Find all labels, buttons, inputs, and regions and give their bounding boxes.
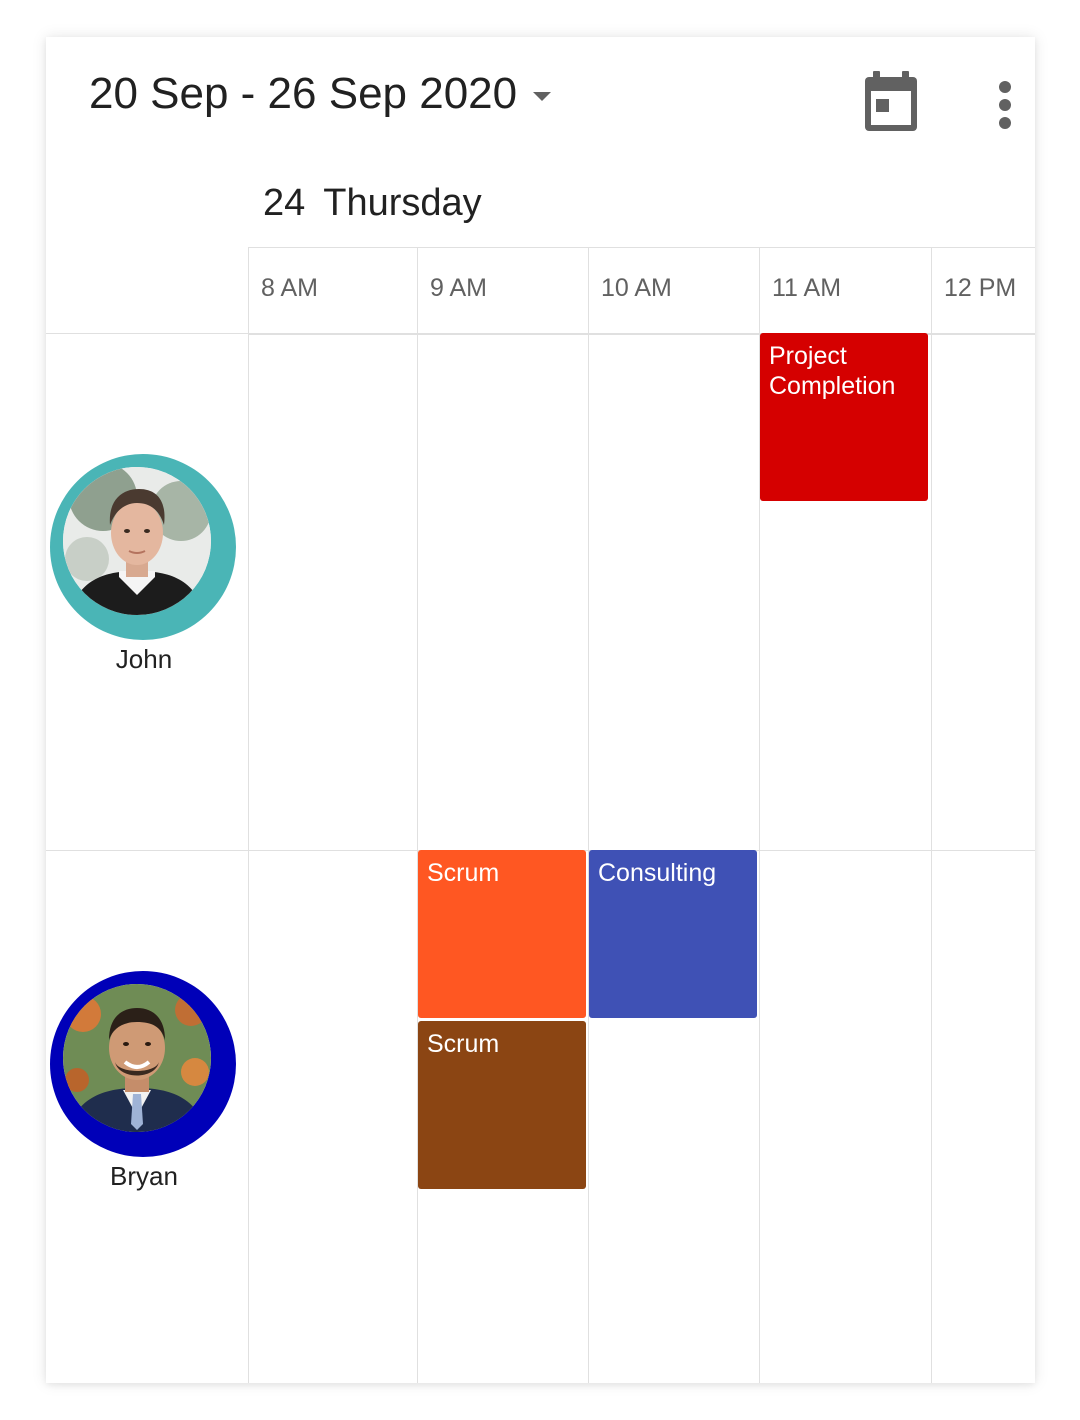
date-range-picker[interactable]: 20 Sep - 26 Sep 2020 — [89, 69, 552, 119]
appointment-consulting[interactable]: Consulting — [589, 850, 757, 1018]
time-slot-10am: 10 AM — [588, 248, 759, 334]
appointment-subject: Consulting — [598, 859, 717, 887]
appointment-scrum-2[interactable]: Scrum — [418, 1021, 586, 1189]
appointment-subject: Scrum — [427, 859, 500, 887]
timeline-grid[interactable]: John Bryan Project Completion Scrum Cons… — [46, 333, 1035, 1383]
time-slot-8am: 8 AM — [248, 248, 417, 334]
appointment-project-completion[interactable]: Project Completion — [760, 333, 928, 501]
more-options-button[interactable] — [980, 73, 1030, 137]
avatar-photo-bryan — [63, 984, 211, 1132]
avatar-photo-john — [63, 467, 211, 615]
time-slot-12pm: 12 PM — [931, 248, 1035, 334]
avatar-john — [50, 454, 236, 640]
appointment-subject: Project Completion — [769, 342, 896, 400]
time-slot-11am: 11 AM — [759, 248, 931, 334]
appointment-subject: Scrum — [427, 1030, 500, 1058]
avatar-bryan — [50, 971, 236, 1157]
appointment-scrum[interactable]: Scrum — [418, 850, 586, 1018]
resource-name-bryan: Bryan — [110, 1161, 178, 1191]
day-name: Thursday — [323, 182, 482, 224]
day-number: 24 — [263, 182, 306, 224]
dropdown-caret-icon — [533, 91, 552, 101]
today-button[interactable] — [856, 67, 926, 137]
time-header-row: 8 AM 9 AM 10 AM 11 AM 12 PM — [248, 247, 1035, 335]
more-vert-icon — [999, 81, 1011, 129]
date-range-label: 20 Sep - 26 Sep 2020 — [89, 69, 518, 118]
calendar-today-icon — [865, 71, 917, 131]
grid-line — [248, 333, 249, 1383]
scheduler-card: 20 Sep - 26 Sep 2020 24 Thursday 8 AM 9 A… — [46, 37, 1035, 1383]
resource-name-john: John — [115, 644, 173, 674]
time-slot-9am: 9 AM — [417, 248, 588, 334]
day-header[interactable]: 24 Thursday — [263, 182, 482, 225]
resource-john: John — [46, 333, 248, 850]
resource-bryan: Bryan — [46, 850, 248, 1383]
grid-line — [931, 333, 932, 1383]
